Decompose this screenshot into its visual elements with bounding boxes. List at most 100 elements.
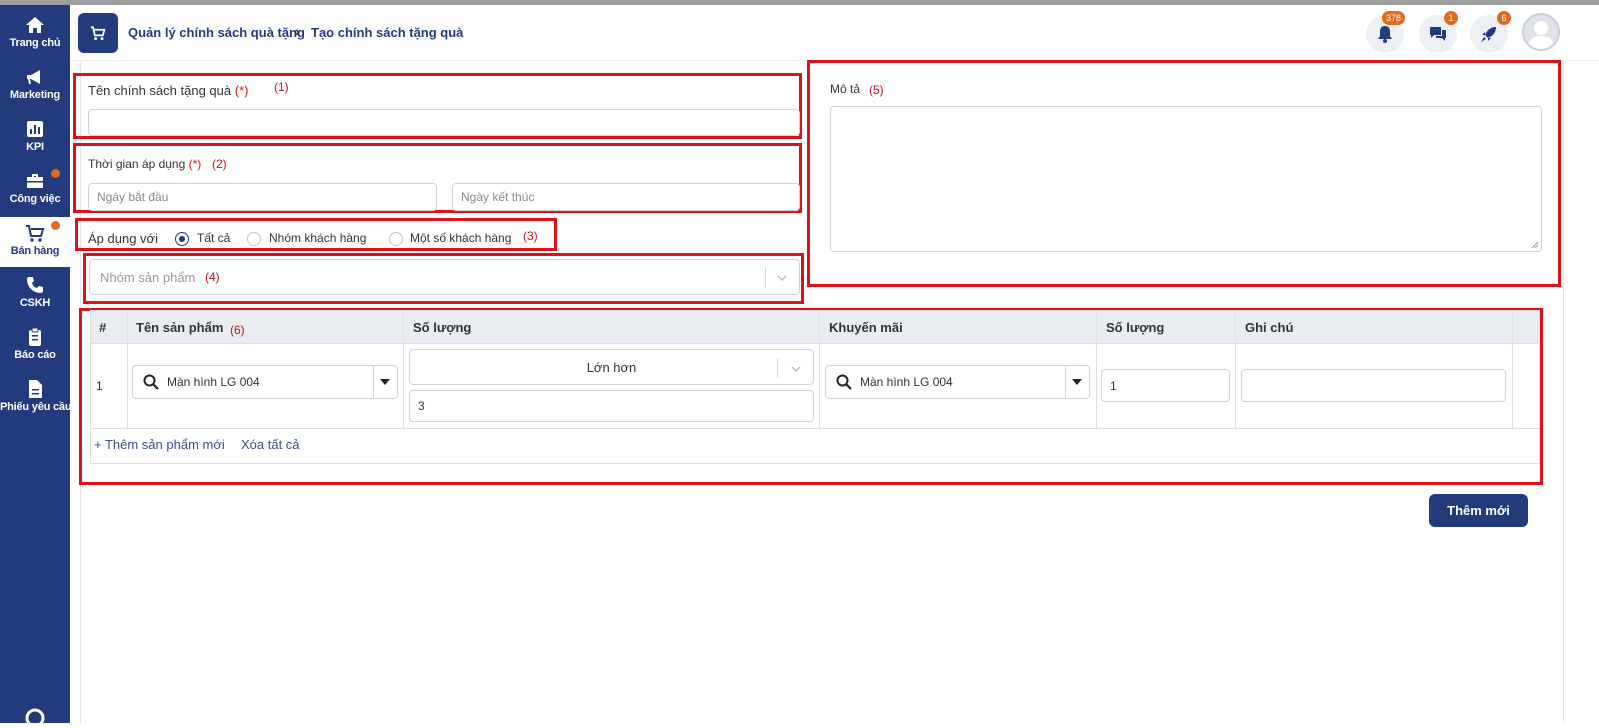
apply-to-label: Áp dụng với [88,231,158,246]
description-textarea[interactable] [830,106,1542,252]
sidebar-item-label: Báo cáo [14,349,56,361]
promotion-select-value: Màn hình LG 004 [860,375,953,389]
chat-icon [1430,27,1446,41]
sidebar-item-label: Phiếu yêu cầu [0,401,72,413]
cart-icon [90,26,106,41]
sidebar-item-label: KPI [26,141,44,153]
col-header-promotion: Khuyến mãi [829,320,903,335]
promotion-select[interactable]: Màn hình LG 004 [825,365,1090,399]
notifications-badge: 378 [1382,11,1406,25]
row-index: 1 [96,379,103,393]
name-field-label: Tên chính sách tặng quà (*) [88,83,249,98]
top-header: Quản lý chính sách quà tặng › Tạo chính … [70,5,1599,61]
notifications-button[interactable]: 378 [1366,11,1406,53]
col-header-promo-quantity: Số lượng [1106,320,1165,335]
sidebar-item-sales[interactable]: Bán hàng [0,217,70,267]
condition-select-value: Lớn hơn [586,359,637,375]
sidebar-item-label: CSKH [19,297,51,309]
rocket-icon [1481,27,1496,42]
caret-down-icon[interactable] [1072,378,1082,386]
add-product-link[interactable]: + Thêm sản phẩm mới [94,437,225,452]
clipboard-icon [29,327,41,346]
home-icon [26,17,44,33]
note-input[interactable] [1241,369,1506,402]
col-header-note: Ghi chú [1245,320,1294,335]
apply-all-label: Tất cả [197,231,231,245]
quantity-input[interactable]: 3 [409,390,814,422]
product-select[interactable]: Màn hình LG 004 [132,365,398,399]
resize-handle-icon[interactable] [1531,241,1539,249]
annotation-label-4: (4) [205,270,220,284]
user-icon [1527,21,1555,49]
select-divider [373,366,374,398]
sidebar-item-work[interactable]: Công việc [0,165,70,215]
col-header-quantity: Số lượng [413,320,472,335]
sidebar: Trang chủ Marketing KPI Công việc Bán hà… [0,5,72,728]
annotation-label-1: (1) [274,80,289,94]
phone-icon [27,277,43,293]
chart-icon [27,121,43,137]
col-header-index: # [99,320,107,335]
sidebar-item-label: Trang chủ [9,37,61,49]
annotation-label-5: (5) [869,83,884,97]
rocket-badge: 6 [1497,11,1511,25]
search-icon [836,374,852,390]
document-icon [29,380,42,398]
sidebar-item-marketing[interactable]: Marketing [0,61,70,111]
annotation-label-6: (6) [230,323,245,337]
sidebar-item-requests[interactable]: Phiếu yêu cầu [0,373,72,423]
select-divider [1065,366,1066,398]
sidebar-item-label: Bán hàng [10,245,60,257]
briefcase-icon [27,174,43,188]
sidebar-item-label: Marketing [9,89,61,101]
bell-icon [1378,26,1392,43]
condition-select[interactable]: Lớn hơn [409,349,814,385]
table-header: # Tên sản phẩm (6) Số lượng Khuyến mãi S… [90,310,1540,344]
breadcrumb-parent-link[interactable]: Quản lý chính sách quà tặng [128,25,305,40]
notification-dot [51,221,60,230]
messages-badge: 1 [1444,11,1458,25]
help-lifebuoy-icon[interactable] [25,708,45,728]
annotation-label-2: (2) [212,157,227,171]
module-cart-button[interactable] [78,13,118,53]
sidebar-item-reports[interactable]: Báo cáo [0,321,70,371]
search-icon [143,374,159,390]
notification-dot [51,169,60,178]
policy-name-input[interactable] [88,109,800,136]
chevron-down-icon [777,275,787,282]
start-date-input[interactable]: Ngày bắt đầu [88,183,437,211]
product-group-select[interactable]: Nhóm sản phẩm (4) [89,259,800,295]
submit-button[interactable]: Thêm mới [1429,494,1528,527]
sidebar-item-home[interactable]: Trang chủ [0,9,70,59]
sidebar-item-kpi[interactable]: KPI [0,113,70,163]
table-footer [90,429,1540,464]
chevron-down-icon [791,366,801,373]
apply-some-customers-label: Một số khách hàng [410,231,512,245]
sidebar-item-cskh[interactable]: CSKH [0,269,70,319]
select-divider [777,358,778,378]
quantity-value: 3 [418,399,425,413]
apply-some-customers-radio[interactable] [389,232,403,246]
apply-all-radio[interactable] [175,232,189,246]
product-select-value: Màn hình LG 004 [167,375,260,389]
messages-button[interactable]: 1 [1419,11,1458,53]
user-avatar[interactable] [1522,13,1560,51]
clear-all-link[interactable]: Xóa tất cả [241,437,300,452]
apply-customer-group-label: Nhóm khách hàng [269,231,367,245]
breadcrumb-current: Tạo chính sách tặng quà [311,25,464,40]
megaphone-icon [27,70,40,84]
annotation-label-3: (3) [523,229,538,243]
rocket-button[interactable]: 6 [1470,11,1511,53]
select-divider [765,267,766,287]
breadcrumb-chevron-icon: › [295,23,300,39]
time-field-label: Thời gian áp dụng (*) [88,157,202,171]
caret-down-icon[interactable] [380,378,390,386]
promo-quantity-value: 1 [1110,378,1117,393]
sidebar-item-label: Công việc [9,193,61,205]
apply-customer-group-radio[interactable] [247,232,261,246]
description-label: Mô tả [830,82,861,96]
end-date-input[interactable]: Ngày kết thúc [452,183,800,211]
cart-icon [26,225,45,242]
promo-quantity-input[interactable]: 1 [1101,369,1230,402]
col-header-product: Tên sản phẩm [136,320,224,335]
